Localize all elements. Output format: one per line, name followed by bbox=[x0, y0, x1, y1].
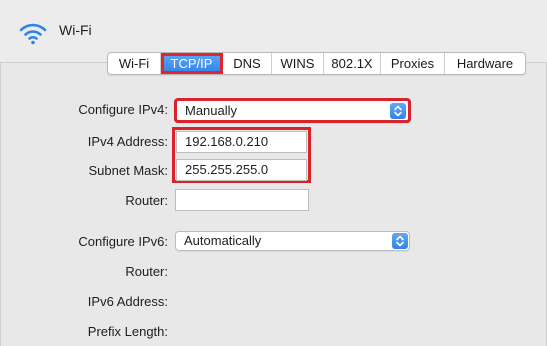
tab-tcpip[interactable]: TCP/IP bbox=[161, 53, 223, 74]
tab-hardware[interactable]: Hardware bbox=[445, 53, 525, 74]
router-ipv4-field[interactable] bbox=[175, 189, 309, 211]
tab-wifi[interactable]: Wi-Fi bbox=[108, 53, 161, 74]
configure-ipv4-value: Manually bbox=[185, 103, 238, 118]
subnet-mask-label: Subnet Mask: bbox=[88, 163, 169, 178]
ipv4-address-label: IPv4 Address: bbox=[87, 134, 168, 149]
configure-ipv6-select[interactable]: Automatically bbox=[175, 231, 410, 251]
tab-proxies[interactable]: Proxies bbox=[381, 53, 445, 74]
subnet-mask-field[interactable]: 255.255.255.0 bbox=[176, 159, 307, 181]
configure-ipv6-label: Configure IPv6: bbox=[78, 234, 168, 249]
chevron-updown-icon bbox=[390, 103, 406, 119]
tab-wins[interactable]: WINS bbox=[272, 53, 324, 74]
ipv4-address-field[interactable]: 192.168.0.210 bbox=[176, 131, 307, 153]
configure-ipv6-value: Automatically bbox=[184, 233, 262, 248]
configure-ipv4-select[interactable]: Manually bbox=[174, 98, 411, 123]
chevron-updown-icon bbox=[392, 233, 408, 249]
router-ipv6-label: Router: bbox=[125, 264, 168, 279]
network-title: Wi-Fi bbox=[59, 22, 92, 38]
configure-ipv4-label: Configure IPv4: bbox=[78, 102, 168, 117]
tab-bar: Wi-Fi TCP/IP DNS WINS 802.1X Proxies Har… bbox=[107, 52, 526, 75]
wifi-icon bbox=[19, 23, 47, 45]
tab-8021x[interactable]: 802.1X bbox=[324, 53, 381, 74]
prefix-length-label: Prefix Length: bbox=[87, 324, 168, 339]
ipv6-address-label: IPv6 Address: bbox=[87, 294, 168, 309]
tab-dns[interactable]: DNS bbox=[223, 53, 272, 74]
router-ipv4-label: Router: bbox=[125, 193, 168, 208]
